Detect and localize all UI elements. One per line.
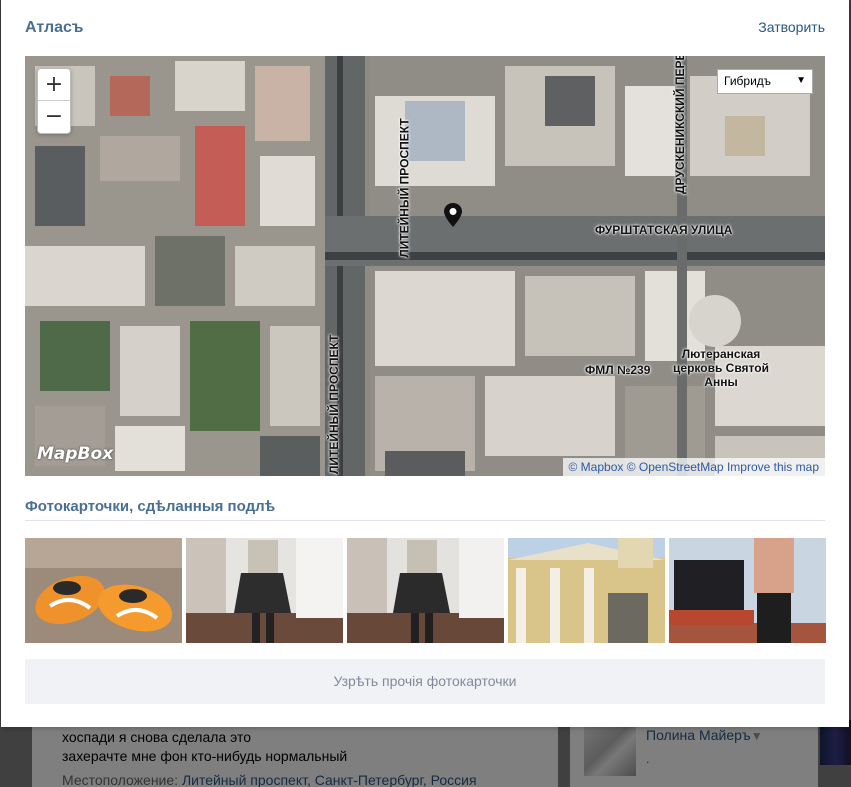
map-view[interactable]: + − Гибридъ ▼ ЛИТЕЙНЫЙ ПРОСПЕКТ ЛИТЕЙНЫЙ… [25, 56, 825, 476]
map-attribution: © Mapbox © OpenStreetMap Improve this ma… [562, 458, 825, 476]
photo-room-image [669, 538, 826, 643]
photo-thumbnail-1[interactable] [25, 538, 182, 643]
photo-thumbnail-4[interactable] [508, 538, 665, 643]
photos-section-title: Фотокарточки, сдѣланныя подлѣ [25, 498, 276, 515]
map-label-furshtatskaya: ФУРШТАТСКАЯ УЛИЦА [595, 223, 733, 237]
close-button[interactable]: Затворить [758, 19, 825, 35]
attribution-osm-link[interactable]: © OpenStreetMap [627, 460, 724, 474]
photo-sneakers-image [25, 538, 182, 643]
photo-church-image [508, 538, 665, 643]
zoom-in-button[interactable]: + [38, 69, 70, 101]
satellite-imagery [25, 56, 825, 476]
show-more-photos-button[interactable]: Узрѣть прочія фотокарточки [25, 659, 825, 704]
attribution-improve-link[interactable]: Improve this map [727, 460, 819, 474]
map-label-liteyny-top: ЛИТЕЙНЫЙ ПРОСПЕКТ [397, 118, 412, 258]
section-divider [25, 520, 825, 521]
map-label-school: ФМЛ №239 [585, 363, 651, 377]
map-label-liteyny-bottom: ЛИТЕЙНЫЙ ПРОСПЕКТ [327, 334, 341, 474]
photo-thumbnail-5[interactable] [669, 538, 826, 643]
modal-title: Атласъ [25, 19, 84, 36]
layer-selected-label: Гибридъ [724, 74, 772, 88]
zoom-out-button[interactable]: − [38, 101, 70, 133]
map-layer-select[interactable]: Гибридъ ▼ [717, 69, 813, 94]
location-pin-icon[interactable] [443, 202, 463, 228]
map-label-church: Лютеранская церковь Святой Анны [673, 347, 769, 389]
mapbox-logo: MapBox [37, 444, 114, 464]
atlas-modal: Атласъ Затворить + − Гибридъ ▼ ЛИТЕЙНЫЙ … [1, 0, 849, 727]
photo-selfie-2-image [347, 538, 504, 643]
photo-thumbnail-2[interactable] [186, 538, 343, 643]
photo-thumbnail-3[interactable] [347, 538, 504, 643]
caret-down-icon: ▼ [796, 75, 806, 86]
photo-selfie-image [186, 538, 343, 643]
attribution-mapbox-link[interactable]: © Mapbox [569, 460, 624, 474]
zoom-control: + − [37, 68, 71, 134]
map-label-druskeniksky: ДРУСКЕНИКСКИЙ ПЕРЕУЛ [673, 56, 687, 194]
